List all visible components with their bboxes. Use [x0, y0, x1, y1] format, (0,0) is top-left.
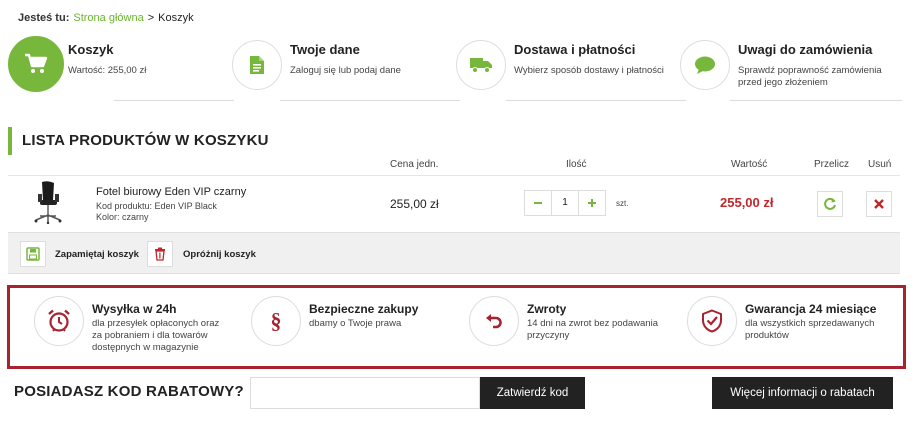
cart-icon — [8, 36, 64, 92]
product-total: 255,00 zł — [720, 195, 774, 210]
plus-icon — [588, 199, 596, 207]
quantity-input[interactable]: 1 — [551, 191, 579, 215]
benefit-title: Gwarancja 24 miesiące — [745, 302, 877, 316]
breadcrumb: Jesteś tu: Strona główna > Koszyk — [18, 12, 194, 24]
step-divider — [280, 100, 460, 101]
quantity-unit: szt. — [616, 199, 629, 208]
breadcrumb-separator: > — [147, 12, 155, 24]
save-cart-icon-button[interactable] — [20, 241, 46, 267]
header-unit-price: Cena jedn. — [390, 159, 439, 170]
step-divider — [114, 100, 234, 101]
floppy-disk-icon — [26, 247, 40, 261]
truck-icon — [456, 40, 506, 90]
benefit-title: Wysyłka w 24h — [92, 302, 177, 316]
alarm-clock-icon — [34, 296, 84, 346]
recalculate-button[interactable] — [817, 191, 843, 217]
document-icon — [232, 40, 282, 90]
close-icon — [874, 199, 884, 209]
header-recalculate: Przelicz — [814, 159, 850, 170]
breadcrumb-home-link[interactable]: Strona główna — [73, 12, 143, 24]
breadcrumb-prefix: Jesteś tu: — [18, 12, 70, 24]
step-title: Koszyk — [68, 42, 114, 57]
svg-text:§: § — [271, 309, 282, 333]
save-cart-button[interactable]: Zapamiętaj koszyk — [55, 249, 139, 260]
benefit-text-line-1: 14 dni na zwrot bez podawania — [527, 318, 658, 329]
increase-quantity-button[interactable] — [579, 191, 605, 215]
benefit-text-line-1: dla przesyłek opłaconych oraz — [92, 318, 220, 329]
benefit-text-line-2: produktów — [745, 330, 789, 341]
benefit-text-line-1: dbamy o Twoje prawa — [309, 318, 402, 329]
step-delivery-payment[interactable]: Dostawa i płatności Wybierz sposób dosta… — [456, 38, 676, 94]
empty-cart-button[interactable]: Opróżnij koszyk — [183, 249, 256, 260]
remove-product-button[interactable] — [866, 191, 892, 217]
submit-discount-code-button[interactable]: Zatwierdź kod — [480, 377, 585, 409]
product-image[interactable] — [28, 180, 68, 225]
header-remove: Usuń — [868, 159, 892, 170]
empty-cart-icon-button[interactable] — [147, 241, 173, 267]
decrease-quantity-button[interactable] — [525, 191, 551, 215]
product-color: Kolor: czarny — [96, 212, 149, 222]
step-divider — [506, 100, 686, 101]
benefit-title: Bezpieczne zakupy — [309, 302, 419, 316]
minus-icon — [534, 202, 542, 204]
header-quantity: Ilość — [566, 159, 587, 170]
speech-bubble-icon — [680, 40, 730, 90]
step-title: Uwagi do zamówienia — [738, 42, 873, 57]
header-value: Wartość — [731, 159, 768, 170]
section-sign-icon: § — [251, 296, 301, 346]
discount-info-button[interactable]: Więcej informacji o rabatach — [712, 377, 893, 409]
breadcrumb-current: Koszyk — [158, 12, 194, 24]
benefit-text-line-2: przyczyny — [527, 330, 570, 341]
store-benefits: Wysyłka w 24h dla przesyłek opłaconych o… — [7, 285, 906, 369]
benefit-text-line-2: za pobraniem i dla towarów — [92, 330, 208, 341]
refresh-icon — [824, 197, 836, 210]
benefit-text-line-1: dla wszystkich sprzedawanych — [745, 318, 875, 329]
step-subtitle: Wartość: 255,00 zł — [68, 65, 147, 76]
cart-actions-bar: Zapamiętaj koszyk Opróżnij koszyk — [8, 232, 900, 274]
step-order-notes[interactable]: Uwagi do zamówienia Sprawdź poprawność z… — [680, 38, 910, 94]
step-subtitle-line-1: Sprawdź poprawność zamówienia — [738, 65, 882, 76]
benefit-title: Zwroty — [527, 302, 567, 316]
step-subtitle: Wybierz sposób dostawy i płatności — [514, 65, 664, 76]
shield-check-icon — [687, 296, 737, 346]
discount-code-input[interactable] — [250, 377, 480, 409]
quantity-stepper: 1 — [524, 190, 606, 216]
step-subtitle: Zaloguj się lub podaj dane — [290, 65, 401, 76]
trash-icon — [155, 247, 165, 261]
step-title: Twoje dane — [290, 42, 360, 57]
checkout-steps: Koszyk Wartość: 255,00 zł Twoje dane Zal… — [0, 36, 918, 101]
benefit-text-line-3: dostępnych w magazynie — [92, 342, 199, 353]
product-unit-price: 255,00 zł — [390, 197, 439, 211]
step-subtitle-line-2: przed jego złożeniem — [738, 77, 828, 88]
return-arrow-icon — [469, 296, 519, 346]
step-your-data[interactable]: Twoje dane Zaloguj się lub podaj dane — [232, 38, 452, 94]
cart-section-title: LISTA PRODUKTÓW W KOSZYKU — [8, 127, 269, 155]
table-divider — [8, 175, 900, 176]
step-divider — [730, 100, 902, 101]
discount-code-title: POSIADASZ KOD RABATOWY? — [14, 383, 244, 400]
step-cart[interactable]: Koszyk Wartość: 255,00 zł — [8, 36, 228, 94]
product-code: Kod produktu: Eden VIP Black — [96, 201, 217, 211]
product-name-link[interactable]: Fotel biurowy Eden VIP czarny — [96, 186, 246, 198]
step-title: Dostawa i płatności — [514, 42, 636, 57]
